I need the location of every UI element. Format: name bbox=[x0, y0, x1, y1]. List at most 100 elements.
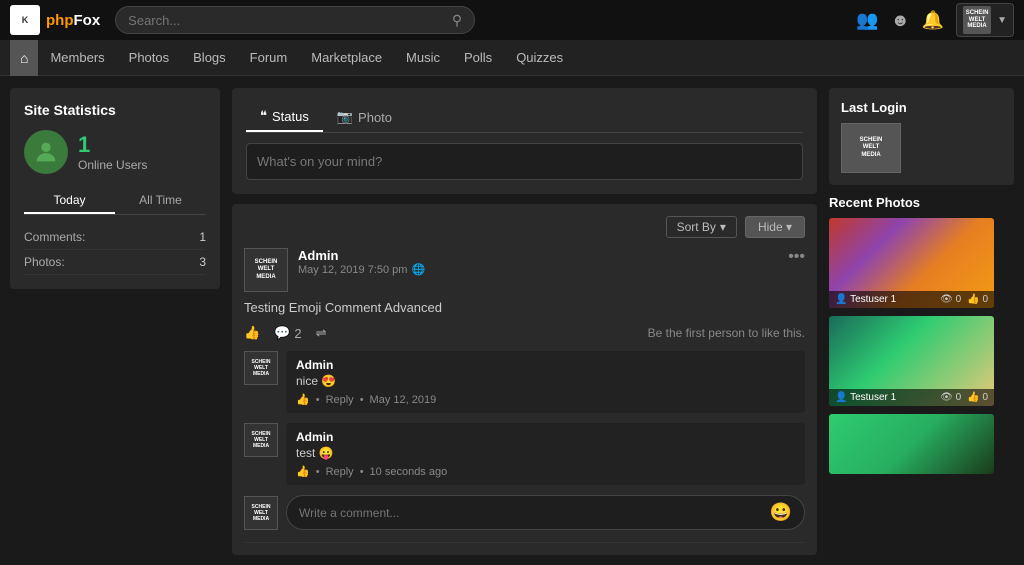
site-statistics: Site Statistics 1 Online Users Today All… bbox=[10, 88, 220, 289]
photo-caption: 👤 Testuser 1 👁 0 👍 0 bbox=[829, 389, 994, 406]
comment-author: Admin bbox=[296, 358, 795, 372]
globe-icon: 🌐 bbox=[411, 263, 425, 276]
tab-today[interactable]: Today bbox=[24, 188, 115, 214]
post-tabs: ❝ Status 📷 Photo bbox=[246, 102, 803, 133]
comment-input-wrap: 😀 bbox=[286, 495, 805, 530]
logo[interactable]: K phpFox bbox=[10, 5, 100, 35]
logo-text: phpFox bbox=[46, 12, 100, 29]
emoji-button[interactable]: 😀 bbox=[770, 502, 792, 523]
comment-like-icon[interactable]: 👍 bbox=[296, 393, 310, 406]
comments-label: Comments: bbox=[24, 230, 85, 244]
comment-body: Admin test 😛 👍 • Reply • 10 seconds ago bbox=[286, 423, 805, 485]
stats-avatar bbox=[24, 130, 68, 174]
like-button[interactable]: 👍 bbox=[244, 325, 260, 341]
search-input[interactable] bbox=[128, 13, 446, 28]
stats-user: 1 Online Users bbox=[24, 130, 206, 174]
post-input[interactable]: What's on your mind? bbox=[246, 143, 803, 180]
last-login-avatar[interactable]: SCHEINWELTMEDIA bbox=[841, 123, 901, 173]
post-box: ❝ Status 📷 Photo What's on your mind? bbox=[232, 88, 817, 194]
share-icon: ⇌ bbox=[316, 325, 327, 341]
post-avatar[interactable]: SCHEINWELTMEDIA bbox=[244, 248, 288, 292]
comment-actions: 👍 • Reply • 10 seconds ago bbox=[296, 465, 795, 478]
search-bar[interactable]: ⚲ bbox=[115, 6, 475, 34]
comment-icon: 💬 bbox=[274, 325, 290, 341]
photos-label: Photos: bbox=[24, 255, 65, 269]
comment-item: SCHEINWELTMEDIA Admin nice 😍 👍 • Reply •… bbox=[244, 351, 805, 413]
comment-avatar: SCHEINWELTMEDIA bbox=[244, 351, 278, 385]
main-layout: Site Statistics 1 Online Users Today All… bbox=[0, 76, 1024, 565]
person-icon bbox=[32, 138, 60, 166]
comment-author: Admin bbox=[296, 430, 795, 444]
nav-home[interactable]: ⌂ bbox=[10, 40, 38, 76]
post-info: Admin May 12, 2019 7:50 pm 🌐 bbox=[298, 248, 778, 276]
last-login: Last Login SCHEINWELTMEDIA bbox=[829, 88, 1014, 185]
sort-button[interactable]: Sort By ▾ bbox=[666, 216, 737, 238]
center-panel: ❝ Status 📷 Photo What's on your mind? So… bbox=[232, 88, 817, 553]
comment-like-icon[interactable]: 👍 bbox=[296, 465, 310, 478]
nav-blogs[interactable]: Blogs bbox=[181, 40, 238, 76]
comments-val: 1 bbox=[199, 230, 206, 244]
photos-val: 3 bbox=[199, 255, 206, 269]
photo-thumb: 👤 Testuser 1 👁 0 👍 0 bbox=[829, 218, 994, 308]
quote-icon: ❝ bbox=[260, 108, 267, 124]
like-count: 👍 0 bbox=[967, 392, 988, 403]
comment-reply-button[interactable]: Reply bbox=[326, 466, 354, 478]
user-avatar: SCHEINWELTMEDIA bbox=[963, 6, 991, 34]
user-menu[interactable]: SCHEINWELTMEDIA ▼ bbox=[956, 3, 1014, 37]
nav-members[interactable]: Members bbox=[38, 40, 116, 76]
comment-date: 10 seconds ago bbox=[370, 466, 448, 478]
photo-item[interactable]: 👤 Testuser 1 👁 0 👍 0 bbox=[829, 316, 1014, 406]
logo-icon: K bbox=[10, 5, 40, 35]
stats-comments-row: Comments: 1 bbox=[24, 225, 206, 250]
comment-time-sep: • bbox=[360, 466, 364, 478]
recent-photos-title: Recent Photos bbox=[829, 195, 1014, 210]
like-text: Be the first person to like this. bbox=[648, 326, 805, 340]
online-count: 1 bbox=[78, 132, 147, 158]
post-options-button[interactable]: ••• bbox=[788, 248, 805, 266]
comment-button[interactable]: 💬 2 bbox=[274, 325, 301, 341]
nav-marketplace[interactable]: Marketplace bbox=[299, 40, 394, 76]
user-icon: 👤 bbox=[835, 294, 847, 305]
last-login-title: Last Login bbox=[841, 100, 1002, 115]
recent-photos: Recent Photos 👤 Testuser 1 👁 0 👍 0 bbox=[829, 195, 1014, 474]
photo-item[interactable] bbox=[829, 414, 1014, 474]
nav-music[interactable]: Music bbox=[394, 40, 452, 76]
nav-forum[interactable]: Forum bbox=[238, 40, 300, 76]
photo-caption: 👤 Testuser 1 👁 0 👍 0 bbox=[829, 291, 994, 308]
share-button[interactable]: ⇌ bbox=[316, 325, 327, 341]
comment-text: nice 😍 bbox=[296, 374, 795, 388]
photo-stats: 👁 0 👍 0 bbox=[940, 294, 988, 305]
comment-actions: 👍 • Reply • May 12, 2019 bbox=[296, 393, 795, 406]
comment-text: test 😛 bbox=[296, 446, 795, 460]
messages-icon[interactable]: ☻ bbox=[891, 10, 910, 31]
navbar: ⌂ Members Photos Blogs Forum Marketplace… bbox=[0, 40, 1024, 76]
comment-item: SCHEINWELTMEDIA Admin test 😛 👍 • Reply •… bbox=[244, 423, 805, 485]
nav-polls[interactable]: Polls bbox=[452, 40, 504, 76]
hide-button[interactable]: Hide ▾ bbox=[745, 216, 805, 238]
notifications-icon[interactable]: 🔔 bbox=[922, 10, 944, 31]
user-icon: 👤 bbox=[835, 392, 847, 403]
friends-icon[interactable]: 👥 bbox=[856, 10, 878, 31]
post-actions: 👍 💬 2 ⇌ Be the first person to like this… bbox=[244, 325, 805, 341]
right-panel: Last Login SCHEINWELTMEDIA Recent Photos… bbox=[829, 88, 1014, 553]
stats-tabs: Today All Time bbox=[24, 188, 206, 215]
photo-thumb: 👤 Testuser 1 👁 0 👍 0 bbox=[829, 316, 994, 406]
comment-reply-label: • bbox=[316, 394, 320, 406]
stats-photos-row: Photos: 3 bbox=[24, 250, 206, 275]
post-text: Testing Emoji Comment Advanced bbox=[244, 300, 805, 315]
tab-status[interactable]: ❝ Status bbox=[246, 102, 323, 132]
tab-alltime[interactable]: All Time bbox=[115, 188, 206, 214]
topbar-right: 👥 ☻ 🔔 SCHEINWELTMEDIA ▼ bbox=[856, 3, 1014, 37]
comment-body: Admin nice 😍 👍 • Reply • May 12, 2019 bbox=[286, 351, 805, 413]
sort-arrow-icon: ▾ bbox=[720, 220, 726, 234]
nav-quizzes[interactable]: Quizzes bbox=[504, 40, 575, 76]
comment-reply-button[interactable]: Reply bbox=[326, 394, 354, 406]
camera-icon: 📷 bbox=[337, 109, 353, 125]
comment-reply-label: • bbox=[316, 466, 320, 478]
tab-photo[interactable]: 📷 Photo bbox=[323, 102, 406, 132]
user-menu-arrow: ▼ bbox=[997, 15, 1007, 26]
comment-input[interactable] bbox=[299, 506, 770, 520]
photo-item[interactable]: 👤 Testuser 1 👁 0 👍 0 bbox=[829, 218, 1014, 308]
nav-photos[interactable]: Photos bbox=[117, 40, 181, 76]
comment-input-row: SCHEINWELTMEDIA 😀 bbox=[244, 495, 805, 530]
